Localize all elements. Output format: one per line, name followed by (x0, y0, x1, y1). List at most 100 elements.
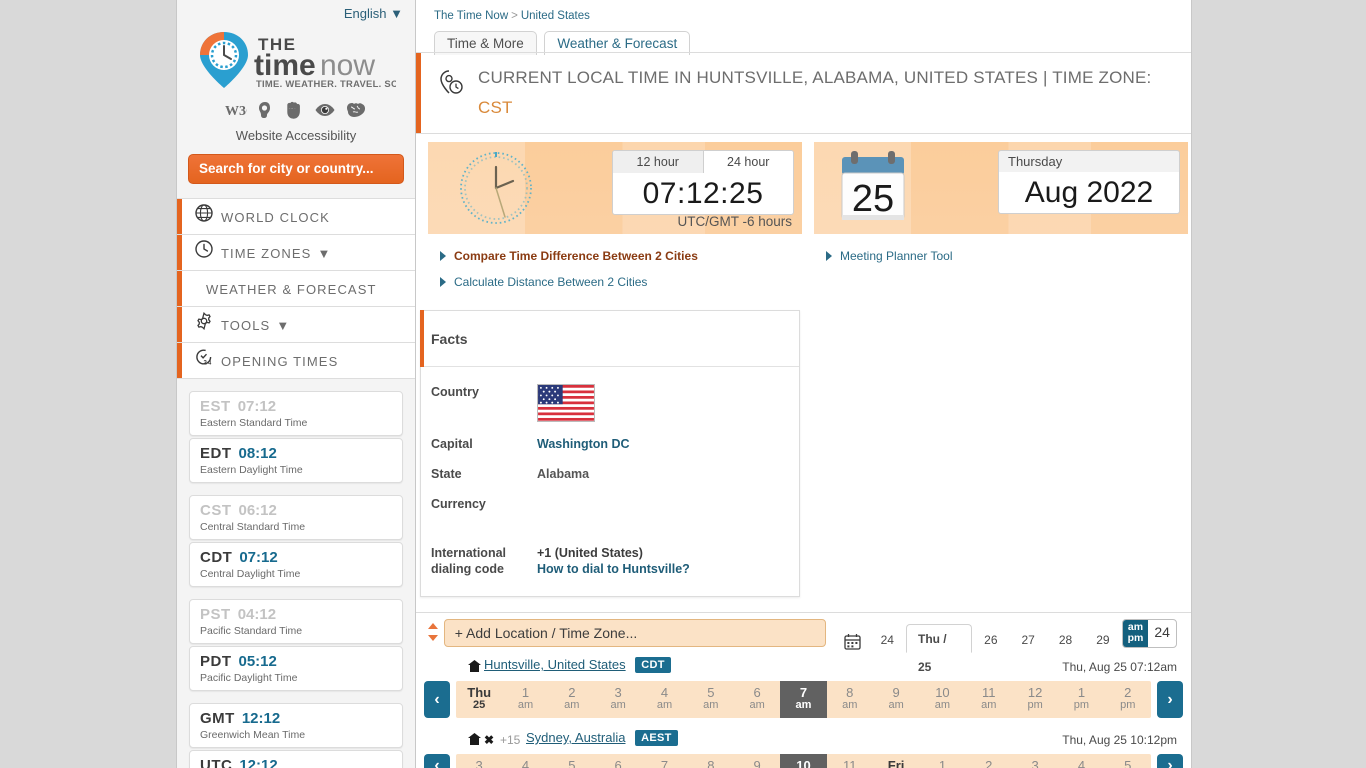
ampm-24-toggle[interactable]: am pm 24 (1121, 618, 1177, 648)
day-tab-28[interactable]: 28 (1047, 626, 1084, 653)
day-tab-bar: 24 Thu / 25 26 27 28 29 (836, 613, 1122, 674)
how-to-dial-link[interactable]: How to dial to Huntsville? (537, 562, 690, 576)
breadcrumb-root[interactable]: The Time Now (434, 10, 508, 22)
tz-name: Central Daylight Time (200, 568, 301, 580)
format-12-hour-button[interactable]: 12 hour (613, 151, 703, 173)
hour-cell-current[interactable]: 10 (780, 754, 827, 768)
calculate-distance-link[interactable]: Calculate Distance Between 2 Cities (454, 275, 647, 289)
hour-cell[interactable]: 3 am (595, 681, 641, 718)
hour-number: 2 (568, 685, 576, 700)
h24-button[interactable]: 24 (1148, 620, 1176, 647)
home-icon[interactable] (468, 660, 481, 675)
hour-cell[interactable]: 4 am (641, 681, 687, 718)
sort-updown-icon[interactable] (422, 622, 444, 645)
day-tab-26[interactable]: 26 (972, 626, 1009, 653)
hour-cell[interactable]: 11 (827, 754, 873, 768)
ampm-button[interactable]: am pm (1122, 619, 1149, 647)
hour-cell[interactable]: 1 (919, 754, 965, 768)
hour-cell[interactable]: 1 pm (1058, 681, 1104, 718)
day-tab-27[interactable]: 27 (1010, 626, 1047, 653)
search-button[interactable]: Search for city or country... (188, 154, 404, 184)
prev-hours-button[interactable]: ‹ (424, 754, 450, 768)
sidebar-item-opening-times[interactable]: 24 OPENING TIMES (177, 343, 415, 379)
language-selector[interactable]: English ▼ (344, 6, 403, 21)
sidebar-item-weather-forecast[interactable]: WEATHER & FORECAST (177, 271, 415, 307)
timezone-card-edt[interactable]: EDT 08:12 Eastern Daylight Time (189, 438, 403, 483)
hour-suffix: am (703, 699, 719, 711)
next-hours-button[interactable]: › (1157, 681, 1183, 718)
breadcrumb-current[interactable]: United States (521, 10, 590, 22)
day-tab-29[interactable]: 29 (1084, 626, 1121, 653)
hour-cell[interactable]: 8 (688, 754, 734, 768)
city-timezone-badge: CDT (635, 657, 671, 673)
hour-suffix: pm (1120, 699, 1136, 711)
hour-cell[interactable]: 3 (456, 754, 502, 768)
hour-cell[interactable]: 5 (1105, 754, 1151, 768)
timezone-card-pst[interactable]: PST 04:12 Pacific Standard Time (189, 599, 403, 644)
sidebar-item-tools[interactable]: TOOLS ▼ (177, 307, 415, 343)
tz-abbr: UTC (200, 757, 233, 768)
hour-cell[interactable]: 3 (1012, 754, 1058, 768)
timezone-card-gmt[interactable]: GMT 12:12 Greenwich Mean Time (189, 703, 403, 748)
timezone-card-est[interactable]: EST 07:12 Eastern Standard Time (189, 391, 403, 436)
hour-cell[interactable]: 2 (966, 754, 1012, 768)
caret-right-icon (440, 250, 446, 261)
next-hours-button[interactable]: › (1157, 754, 1183, 768)
hour-cells: 3 4 5 6 7 8 9 10 11 Fri 1 2 3 4 5 (456, 754, 1151, 768)
timezone-card-utc[interactable]: UTC12:12 Coordinated Universal Time (189, 750, 403, 768)
hour-cell[interactable]: 1 am (502, 681, 548, 718)
hour-cell[interactable]: 6 (595, 754, 641, 768)
meeting-planner-link[interactable]: Meeting Planner Tool (840, 249, 953, 263)
breadcrumb-separator: > (511, 10, 518, 22)
add-location-input[interactable]: + Add Location / Time Zone... (443, 619, 826, 647)
time-converter: + Add Location / Time Zone... 24 Thu / 2… (416, 612, 1191, 768)
day-tab-thu-25[interactable]: Thu / 25 (905, 624, 973, 674)
city-name-link[interactable]: Huntsville, United States (484, 657, 626, 672)
site-logo[interactable]: THE time now TIME. WEATHER. TRAVEL. SCIE… (177, 28, 415, 95)
converter-toolbar: + Add Location / Time Zone... 24 Thu / 2… (416, 613, 1191, 674)
timezone-card-cst[interactable]: CST 06:12 Central Standard Time (189, 495, 403, 540)
hour-cell[interactable]: 10 am (919, 681, 965, 718)
sidebar-item-time-zones[interactable]: TIME ZONES ▼ (177, 235, 415, 271)
sidebar-nav: WORLD CLOCK TIME ZONES ▼ WEATHER & FORECA… (177, 198, 415, 379)
city-timestamp: Thu, Aug 25 10:12pm (1062, 733, 1177, 747)
hour-cell-day-label[interactable]: Fri (873, 754, 919, 768)
hour-cell[interactable]: 8 am (827, 681, 873, 718)
remove-city-icon[interactable]: ✖ (484, 733, 494, 747)
hour-cell[interactable]: 2 am (549, 681, 595, 718)
calendar-picker-icon[interactable] (836, 633, 869, 653)
hour-number: 11 (982, 685, 996, 700)
hour-cell[interactable]: 4 (502, 754, 548, 768)
timezone-card-pdt[interactable]: PDT 05:12 Pacific Daylight Time (189, 646, 403, 691)
hour-cell[interactable]: 2 pm (1105, 681, 1151, 718)
hour-cell[interactable]: 9 am (873, 681, 919, 718)
home-icon[interactable] (468, 733, 481, 748)
tz-abbr: CST (200, 502, 232, 519)
facts-heading: Facts (420, 309, 799, 367)
offset-label: +15 (500, 733, 521, 747)
hour-cell[interactable]: 11 am (966, 681, 1012, 718)
hour-cell[interactable]: 7 (641, 754, 687, 768)
hour-cell[interactable]: 12 pm (1012, 681, 1058, 718)
format-24-hour-button[interactable]: 24 hour (702, 151, 793, 173)
hour-cell-day-label[interactable]: Thu 25 (456, 681, 502, 718)
w3c-icon: W3C (225, 104, 256, 119)
hour-cell-current[interactable]: 7 am (780, 681, 827, 718)
month-year-label: Aug 2022 (998, 172, 1180, 214)
hour-cell[interactable]: 4 (1058, 754, 1104, 768)
hour-number: 9 (753, 758, 761, 768)
hour-cell[interactable]: 9 (734, 754, 780, 768)
day-tab-24[interactable]: 24 (869, 626, 906, 653)
hour-suffix: pm (1027, 699, 1043, 711)
prev-hours-button[interactable]: ‹ (424, 681, 450, 718)
compare-time-difference-link[interactable]: Compare Time Difference Between 2 Cities (454, 249, 698, 263)
hour-cell[interactable]: 6 am (734, 681, 780, 718)
city-name-link[interactable]: Sydney, Australia (526, 730, 625, 745)
sidebar-item-label: WEATHER & FORECAST (206, 282, 377, 298)
timezone-card-cdt[interactable]: CDT 07:12 Central Daylight Time (189, 542, 403, 587)
hour-cell[interactable]: 5 (549, 754, 595, 768)
hour-cell[interactable]: 5 am (688, 681, 734, 718)
hour-suffix: am (888, 699, 904, 711)
tz-time: 05:12 (238, 653, 277, 670)
sidebar-item-world-clock[interactable]: WORLD CLOCK (177, 199, 415, 235)
